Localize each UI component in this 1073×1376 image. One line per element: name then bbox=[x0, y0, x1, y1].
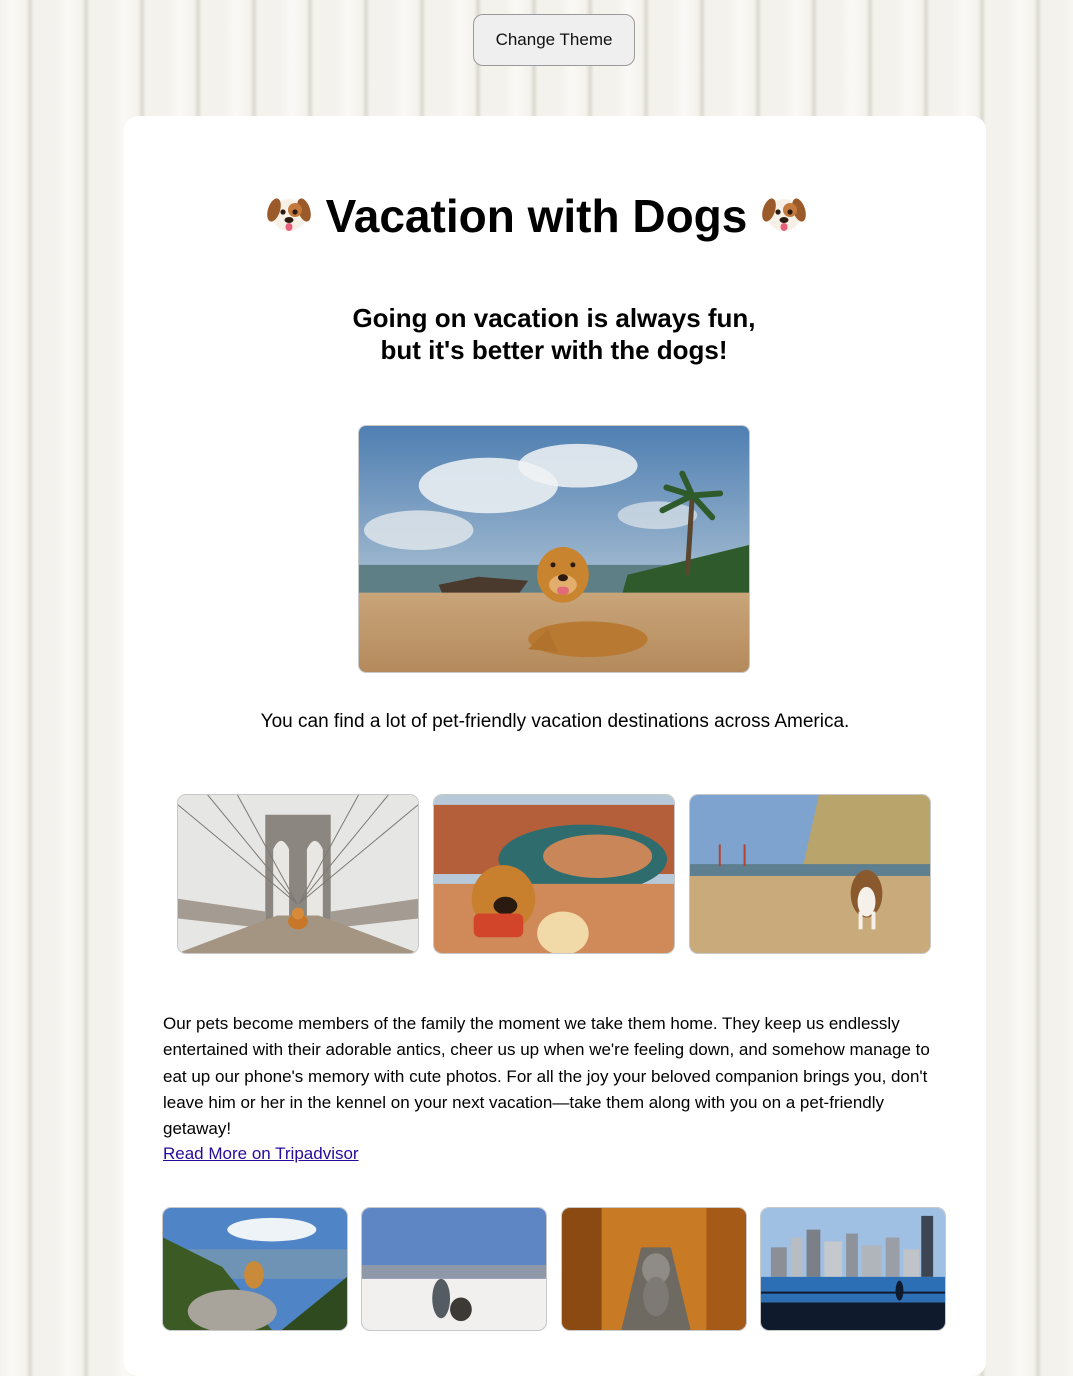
dog-face-icon bbox=[264, 188, 314, 238]
change-theme-button[interactable]: Change Theme bbox=[473, 14, 635, 66]
dog-face-icon bbox=[759, 188, 809, 238]
intro-text: You can find a lot of pet-friendly vacat… bbox=[260, 711, 850, 732]
gallery-photo-corgi-bridge bbox=[177, 794, 419, 954]
body-text: Our pets become members of the family th… bbox=[163, 1014, 930, 1139]
hero-photo-dog-on-beach bbox=[358, 425, 750, 673]
gallery-photo-seattle-skyline bbox=[760, 1207, 946, 1331]
gallery-photo-dog-lake-tahoe bbox=[162, 1207, 348, 1331]
subtitle-line-1: Going on vacation is always fun, bbox=[352, 303, 756, 333]
subtitle-line-2: but it's better with the dogs! bbox=[380, 335, 728, 365]
page-title-text: Vacation with Dogs bbox=[325, 190, 748, 242]
gallery-photo-dogs-white-sands bbox=[361, 1207, 547, 1331]
gallery-photo-dogs-horseshoe-bend bbox=[433, 794, 675, 954]
page-title: Vacation with Dogs bbox=[0, 188, 1073, 243]
gallery-photo-weimaraner-autumn bbox=[561, 1207, 747, 1331]
read-more-link[interactable]: Read More on Tripadvisor bbox=[163, 1144, 359, 1164]
gallery-photo-collie-beach bbox=[689, 794, 931, 954]
page-subtitle: Going on vacation is always fun, but it'… bbox=[0, 302, 1073, 366]
